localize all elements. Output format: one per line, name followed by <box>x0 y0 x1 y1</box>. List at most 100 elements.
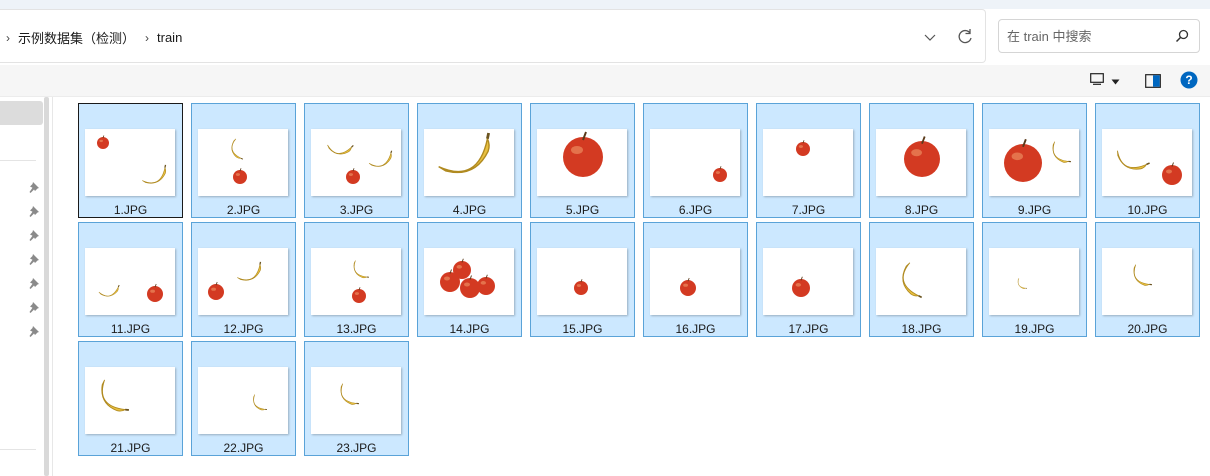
breadcrumb-item-dataset[interactable]: 示例数据集（检测） <box>18 28 135 47</box>
file-thumbnail <box>537 248 627 315</box>
breadcrumb: › 示例数据集（检测） › train <box>4 28 182 47</box>
help-label: ? <box>1185 73 1192 87</box>
file-thumbnail <box>198 248 288 315</box>
file-name: 18.JPG <box>901 322 942 336</box>
file-name: 9.JPG <box>1017 203 1052 217</box>
file-name: 21.JPG <box>110 441 151 455</box>
file-name: 3.JPG <box>339 203 374 217</box>
file-thumbnail <box>763 248 853 315</box>
file-name: 19.JPG <box>1014 322 1055 336</box>
file-item[interactable]: 20.JPG <box>1095 222 1200 337</box>
file-name: 8.JPG <box>904 203 939 217</box>
breadcrumb-chevron-icon[interactable]: › <box>145 31 149 45</box>
pin-icon[interactable] <box>28 252 40 265</box>
file-name: 2.JPG <box>226 203 261 217</box>
file-name: 17.JPG <box>788 322 829 336</box>
title-bar-strip <box>0 0 1210 9</box>
file-item[interactable]: 22.JPG <box>191 341 296 456</box>
file-item[interactable]: 23.JPG <box>304 341 409 456</box>
file-thumbnail <box>989 129 1079 196</box>
file-item[interactable]: 18.JPG <box>869 222 974 337</box>
pin-icon[interactable] <box>28 204 40 217</box>
file-thumbnail <box>85 367 175 434</box>
file-name: 23.JPG <box>336 441 377 455</box>
file-item[interactable]: 16.JPG <box>643 222 748 337</box>
file-thumbnail <box>311 367 401 434</box>
breadcrumb-chevron-icon[interactable]: › <box>6 31 10 45</box>
file-thumbnail <box>763 129 853 196</box>
file-name: 11.JPG <box>110 322 151 336</box>
file-thumbnail <box>198 129 288 196</box>
file-name: 4.JPG <box>452 203 487 217</box>
view-layout-icon <box>1090 72 1104 90</box>
file-name: 10.JPG <box>1127 203 1168 217</box>
file-thumbnail <box>424 129 514 196</box>
pin-icon[interactable] <box>28 324 40 337</box>
file-item[interactable]: 6.JPG <box>643 103 748 218</box>
help-icon[interactable]: ? <box>1180 71 1198 89</box>
file-item[interactable]: 21.JPG <box>78 341 183 456</box>
pin-icon[interactable] <box>28 276 40 289</box>
file-grid: 1.JPG 2.JPG 3.JPG 4.JPG 5.JPG 6.JPG 7.JP… <box>59 97 1210 476</box>
file-name: 12.JPG <box>223 322 264 336</box>
file-item[interactable]: 17.JPG <box>756 222 861 337</box>
file-name: 6.JPG <box>678 203 713 217</box>
file-thumbnail <box>876 129 966 196</box>
pin-icon[interactable] <box>28 180 40 193</box>
search-icon[interactable] <box>1174 28 1190 44</box>
file-thumbnail <box>876 248 966 315</box>
file-item[interactable]: 15.JPG <box>530 222 635 337</box>
nav-item-selected[interactable] <box>0 101 43 125</box>
file-item[interactable]: 19.JPG <box>982 222 1087 337</box>
file-item[interactable]: 13.JPG <box>304 222 409 337</box>
nav-divider <box>0 449 36 450</box>
file-thumbnail <box>650 248 740 315</box>
file-item[interactable]: 10.JPG <box>1095 103 1200 218</box>
file-name: 15.JPG <box>562 322 603 336</box>
file-item[interactable]: 8.JPG <box>869 103 974 218</box>
view-options-button[interactable] <box>1090 71 1128 91</box>
file-thumbnail <box>650 129 740 196</box>
file-name: 1.JPG <box>113 203 148 217</box>
file-thumbnail <box>311 129 401 196</box>
file-item[interactable]: 4.JPG <box>417 103 522 218</box>
file-name: 16.JPG <box>675 322 716 336</box>
file-thumbnail <box>85 248 175 315</box>
search-input[interactable] <box>1007 27 1167 45</box>
nav-scrollbar-thumb[interactable] <box>44 97 49 476</box>
file-thumbnail <box>311 248 401 315</box>
file-name: 7.JPG <box>791 203 826 217</box>
file-item[interactable]: 14.JPG <box>417 222 522 337</box>
file-thumbnail <box>1102 129 1192 196</box>
refresh-icon[interactable] <box>952 24 978 50</box>
file-item[interactable]: 5.JPG <box>530 103 635 218</box>
file-thumbnail <box>1102 248 1192 315</box>
file-item[interactable]: 9.JPG <box>982 103 1087 218</box>
nav-scrollbar[interactable] <box>43 97 51 476</box>
pin-icon[interactable] <box>28 228 40 241</box>
file-name: 13.JPG <box>336 322 377 336</box>
file-item[interactable]: 12.JPG <box>191 222 296 337</box>
file-item[interactable]: 3.JPG <box>304 103 409 218</box>
pin-icon[interactable] <box>28 300 40 313</box>
breadcrumb-item-train[interactable]: train <box>157 30 182 45</box>
file-thumbnail <box>537 129 627 196</box>
file-name: 14.JPG <box>449 322 490 336</box>
chevron-down-icon[interactable] <box>918 27 942 47</box>
file-thumbnail <box>989 248 1079 315</box>
file-thumbnail <box>424 248 514 315</box>
file-name: 20.JPG <box>1127 322 1168 336</box>
caret-down-icon <box>1111 72 1120 90</box>
search-box[interactable] <box>998 19 1200 53</box>
file-name: 22.JPG <box>223 441 264 455</box>
file-thumbnail <box>198 367 288 434</box>
file-thumbnail <box>85 129 175 196</box>
address-bar[interactable]: › 示例数据集（检测） › train <box>0 9 986 63</box>
preview-pane-icon[interactable] <box>1143 71 1163 91</box>
file-item[interactable]: 1.JPG <box>78 103 183 218</box>
navigation-pane <box>0 97 53 476</box>
file-name: 5.JPG <box>565 203 600 217</box>
file-item[interactable]: 11.JPG <box>78 222 183 337</box>
file-item[interactable]: 7.JPG <box>756 103 861 218</box>
file-item[interactable]: 2.JPG <box>191 103 296 218</box>
